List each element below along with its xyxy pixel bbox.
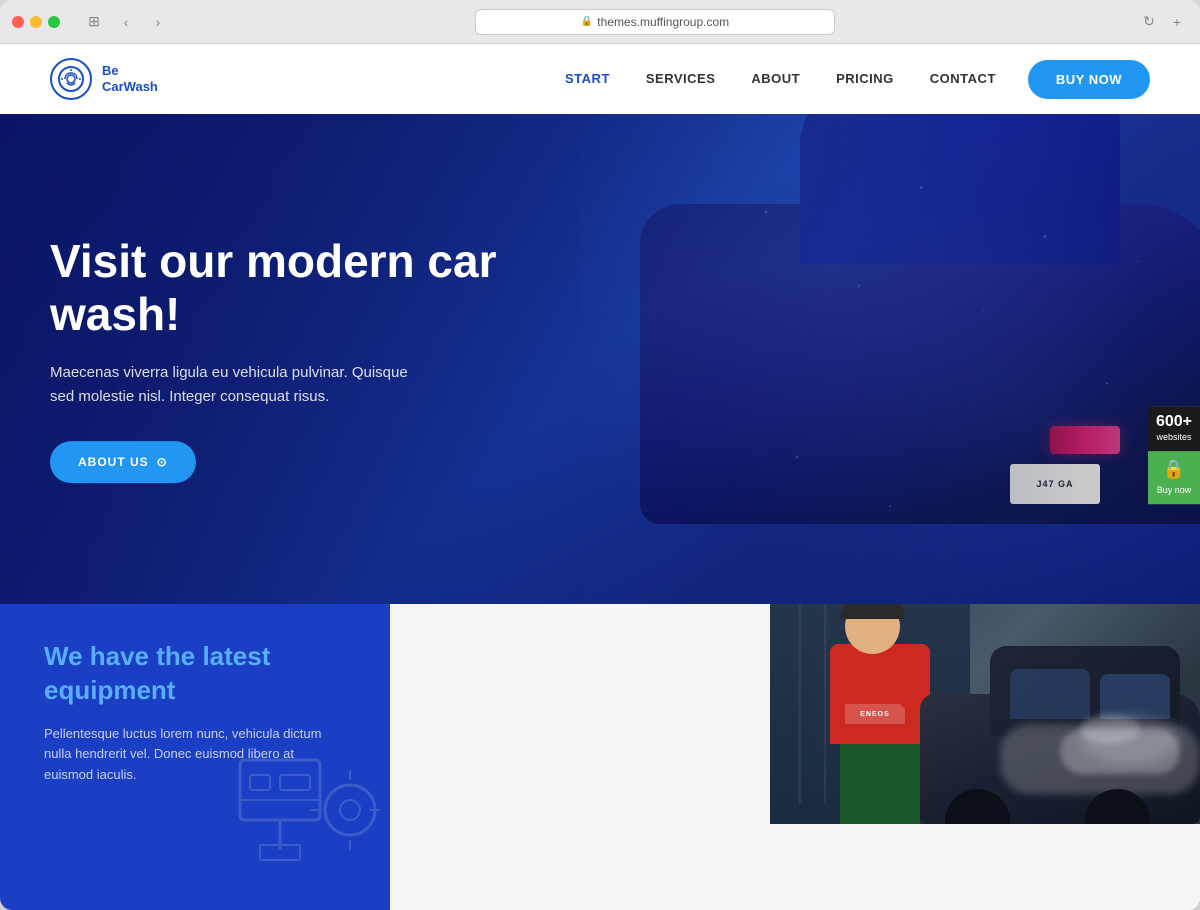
nav-start[interactable]: START (565, 71, 610, 86)
buy-now-widget-label: Buy now (1157, 485, 1192, 496)
websites-label: websites (1156, 432, 1191, 443)
circle-arrow-icon: ⊙ (157, 455, 168, 469)
logo[interactable]: Be CarWash (50, 58, 158, 100)
equipment-title: We have the latest equipment (44, 640, 346, 708)
forward-button[interactable]: › (144, 11, 172, 33)
nav-pricing[interactable]: PRICING (836, 71, 894, 86)
logo-line1: Be (102, 63, 158, 79)
about-us-button[interactable]: ABOUT US ⊙ (50, 441, 196, 483)
nav-services[interactable]: SERVICES (646, 71, 716, 86)
hero-subtitle: Maecenas viverra ligula eu vehicula pulv… (50, 361, 430, 409)
refresh-button[interactable]: ↻ (1138, 11, 1160, 33)
logo-text: Be CarWash (102, 63, 158, 94)
browser-titlebar: ⊞ ‹ › 🔒 themes.muffingroup.com ↻ + (0, 0, 1200, 44)
browser-right-controls: ↻ + (1138, 11, 1188, 33)
right-sidebar: 600+ websites 🔒 Buy now (1148, 406, 1200, 504)
hero-content: Visit our modern car wash! Maecenas vive… (50, 235, 570, 483)
car-wash-photo: ENEOS (770, 604, 1200, 824)
navbar: Be CarWash START SERVICES ABOUT PRICING … (0, 44, 1200, 114)
bottom-section: We have the latest equipment Pellentesqu… (0, 604, 1200, 910)
browser-controls: ⊞ ‹ › (80, 11, 172, 33)
close-button[interactable] (12, 16, 24, 28)
minimize-button[interactable] (30, 16, 42, 28)
photo-placeholder: ENEOS (770, 604, 1200, 824)
websites-widget[interactable]: 600+ websites (1148, 406, 1200, 451)
websites-count: 600+ (1156, 414, 1192, 430)
nav-links: START SERVICES ABOUT PRICING CONTACT (565, 70, 996, 88)
hero-section: J47 GA Visit our modern car wash! Maecen… (0, 114, 1200, 604)
traffic-lights (12, 16, 60, 28)
nav-about[interactable]: ABOUT (751, 71, 800, 86)
address-bar[interactable]: 🔒 themes.muffingroup.com (475, 9, 835, 35)
lock-icon: 🔒 (581, 16, 593, 27)
maximize-button[interactable] (48, 16, 60, 28)
buy-now-widget[interactable]: 🔒 Buy now (1148, 451, 1200, 504)
window-icon[interactable]: ⊞ (80, 11, 108, 33)
hero-title: Visit our modern car wash! (50, 235, 570, 341)
new-tab-button[interactable]: + (1166, 11, 1188, 33)
buy-now-button[interactable]: BUY NOW (1028, 60, 1150, 99)
address-bar-area: 🔒 themes.muffingroup.com (180, 9, 1130, 35)
back-button[interactable]: ‹ (112, 11, 140, 33)
equipment-bg-icon (220, 720, 390, 900)
browser-window: ⊞ ‹ › 🔒 themes.muffingroup.com ↻ + (0, 0, 1200, 910)
lock-icon: 🔒 (1163, 459, 1185, 480)
equipment-panel: We have the latest equipment Pellentesqu… (0, 604, 390, 910)
logo-line2: CarWash (102, 79, 158, 95)
website-content: Be CarWash START SERVICES ABOUT PRICING … (0, 44, 1200, 910)
logo-icon (50, 58, 92, 100)
about-us-label: ABOUT US (78, 455, 149, 469)
nav-contact[interactable]: CONTACT (930, 71, 996, 86)
url-text: themes.muffingroup.com (597, 15, 729, 29)
